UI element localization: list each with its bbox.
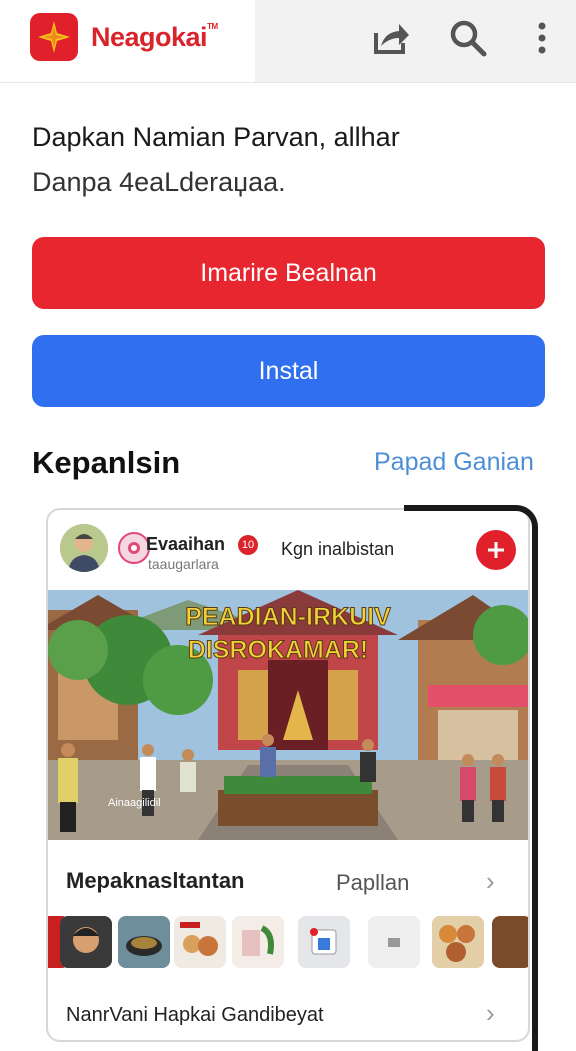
row-title: Mepaknasltantan	[66, 868, 245, 893]
primary-button[interactable]: Imarire Bealnan	[32, 237, 545, 309]
more-vert-icon[interactable]	[522, 18, 562, 58]
thumbnail-item[interactable]	[298, 916, 350, 968]
thumbnail-item[interactable]	[174, 916, 226, 968]
thumbnail-item[interactable]	[232, 916, 284, 968]
banner-title-line2: DISROKAMAR!	[188, 636, 369, 664]
banner-title-line1: PEADIAN-IRKUIV	[185, 603, 391, 631]
device-frame-edge	[404, 505, 538, 1051]
install-button[interactable]: Instal	[32, 335, 545, 407]
post-author-subtitle: taaugarlara	[148, 556, 219, 572]
share-icon[interactable]	[372, 18, 412, 58]
row-link[interactable]: Papllan	[336, 870, 409, 896]
app-logo-icon[interactable]	[30, 13, 78, 61]
thumbnail-item[interactable]	[118, 916, 170, 968]
search-icon[interactable]	[448, 18, 488, 58]
post-count-badge: 10	[238, 535, 258, 555]
section-link[interactable]: Papad Ganian	[374, 448, 534, 477]
avatar[interactable]	[60, 524, 108, 572]
top-app-bar: NeagokaiTM	[0, 0, 576, 83]
intro-text-line1: Dapkan Namian Parvan, allhar	[32, 122, 400, 152]
post-label: Kgn inalbistan	[281, 539, 395, 559]
thumbnail-item[interactable]	[60, 916, 112, 968]
section-title: Kepanlsin	[32, 445, 181, 480]
brand-name: NeagokaiTM	[91, 22, 218, 52]
scene-sign: Ainaagilidil	[108, 797, 161, 809]
intro-text-line2: Danpa 4eaLderaџaa.	[32, 167, 286, 197]
post-author-name[interactable]: Evaaihan	[146, 534, 225, 555]
